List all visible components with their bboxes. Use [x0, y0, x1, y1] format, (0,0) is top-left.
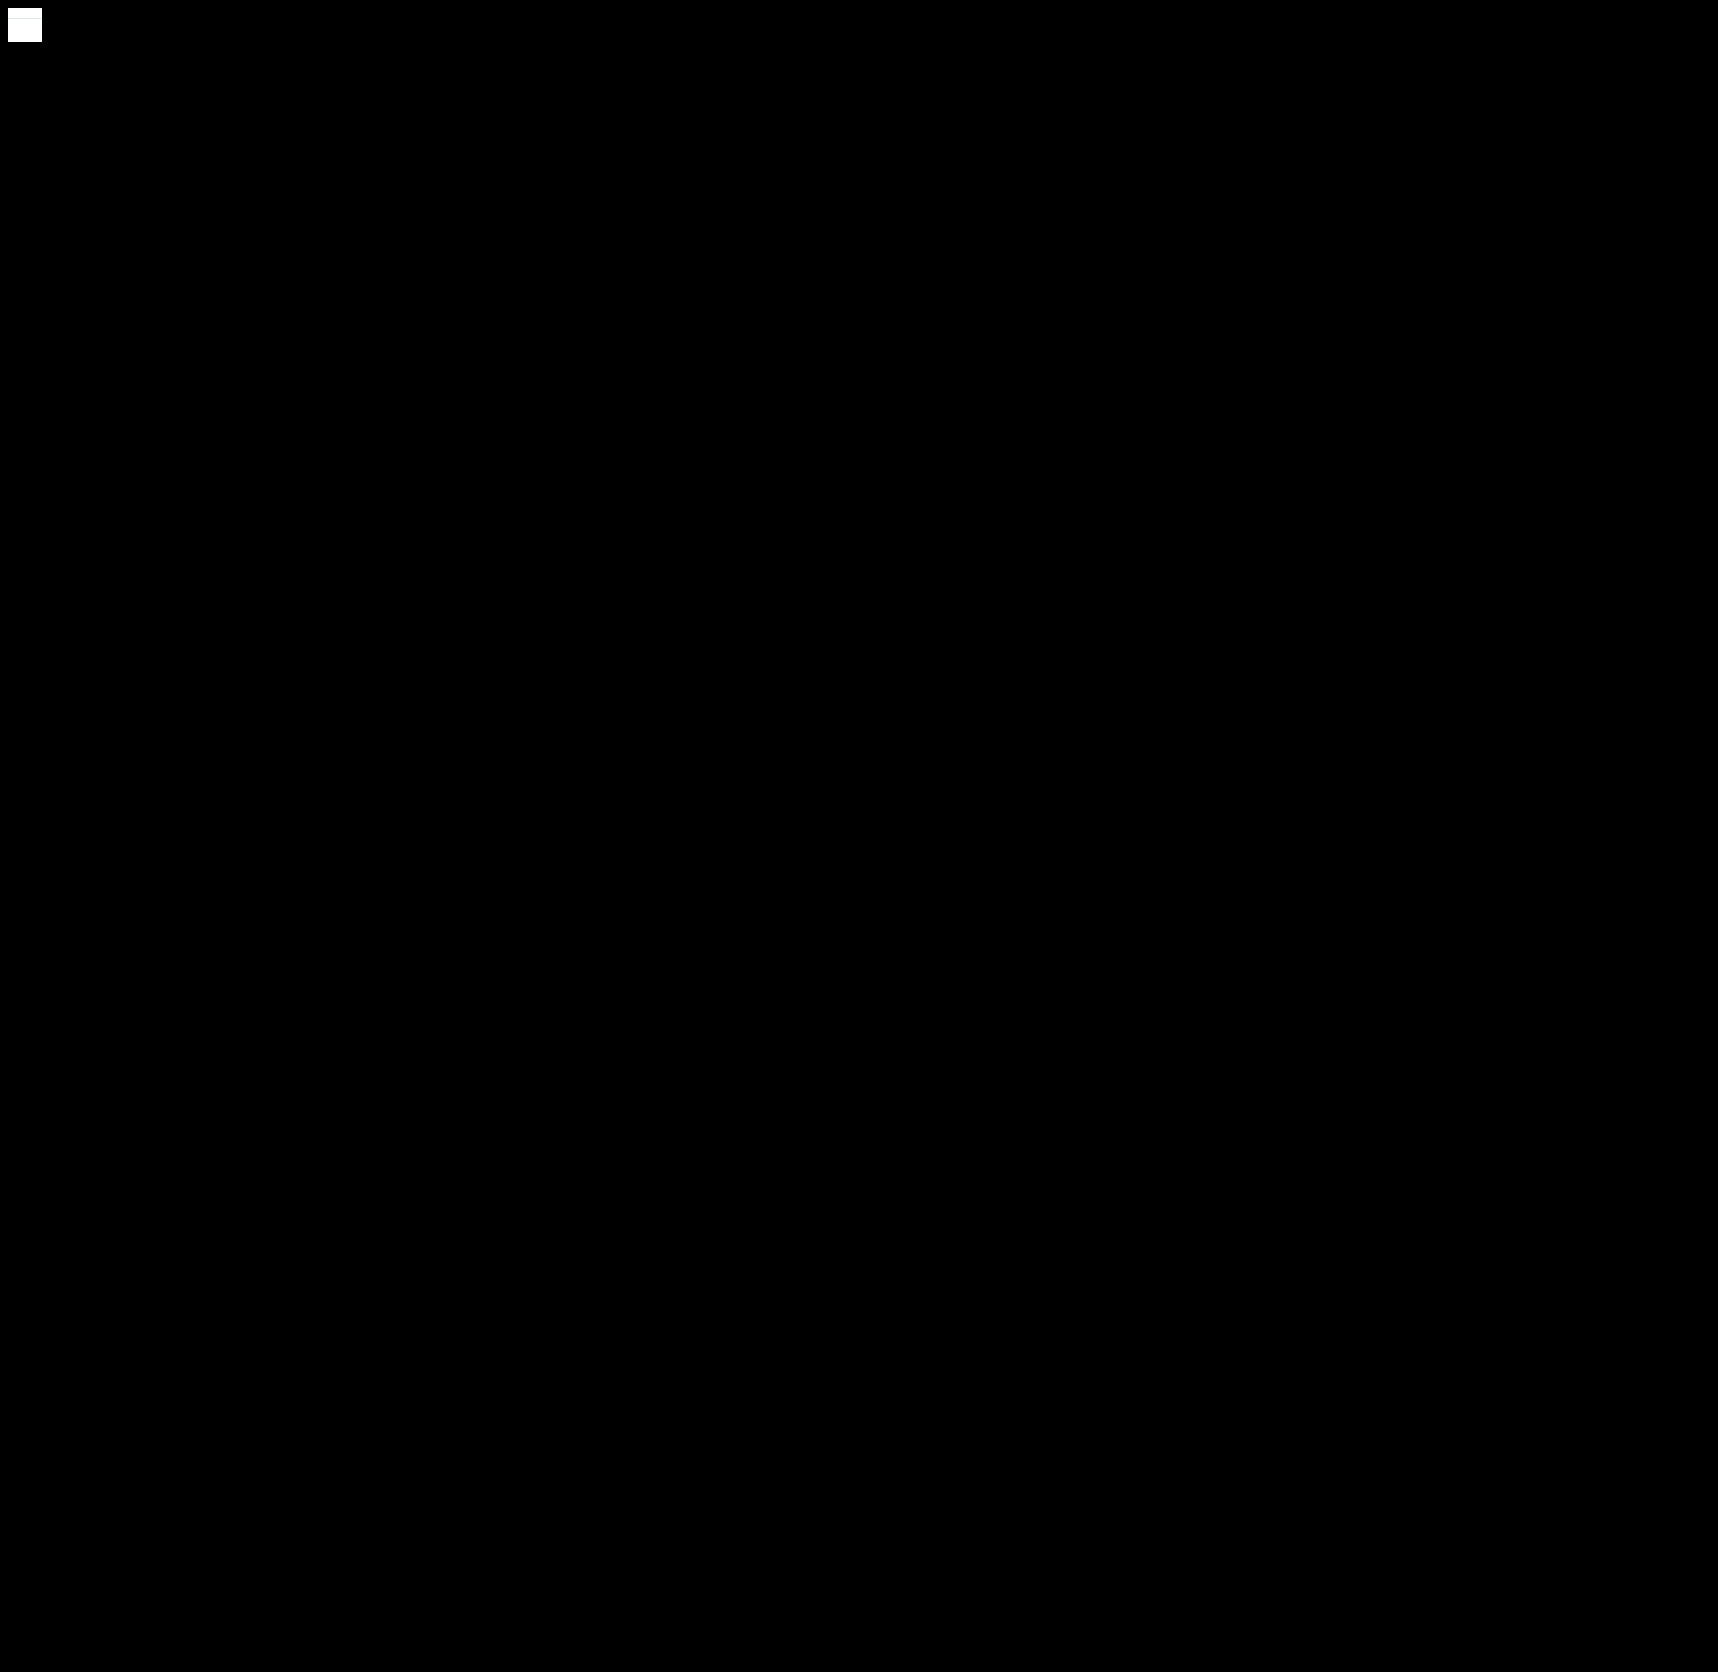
table-cell: /usr/sbin/cf... [8, 8, 42, 18]
results-grid: agentgroup.idprocess....process....proce… [8, 8, 42, 42]
table-row: elastic-5230/usr/sbin/cf.../usr/sbin/cf.… [8, 8, 42, 19]
table-row: elastic-5230/System/Li.../System/Li...tc… [8, 19, 42, 42]
comment-event: Test Rule attached query 6 hours ago ID … [8, 8, 42, 42]
screenshot-frame: Insights Investigation Response Response… [0, 0, 1718, 1672]
page-background: Insights Investigation Response Response… [8, 8, 42, 42]
grid-body: elastic-5230/usr/libexe.../usr/libexe...… [8, 8, 42, 42]
table-cell: /System/Li... [8, 19, 42, 42]
response-panel: Test Rule attached query 6 hours ago ID … [8, 8, 42, 42]
responses-card: Responses Test Rule attached query 6 hou… [8, 8, 42, 42]
